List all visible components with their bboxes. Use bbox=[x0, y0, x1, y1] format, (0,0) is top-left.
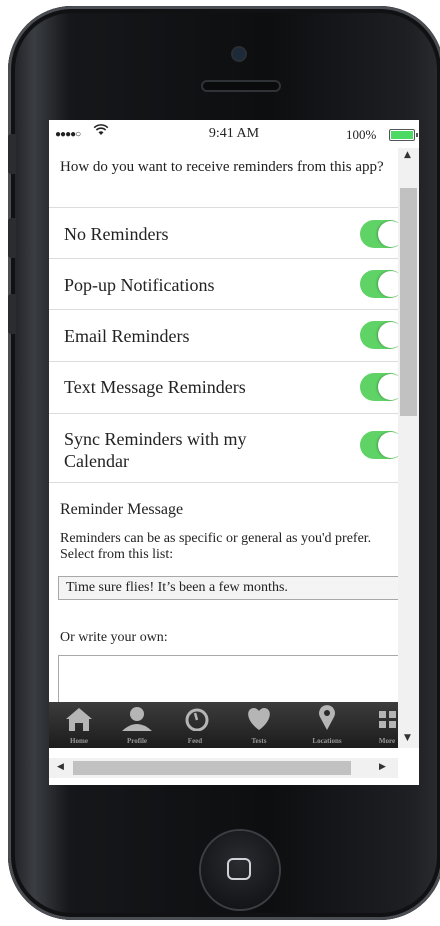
profile-icon bbox=[122, 707, 152, 731]
tab-label: Feed bbox=[187, 737, 203, 745]
option-row-sync-calendar[interactable]: Sync Reminders with my Calendar bbox=[49, 413, 399, 483]
home-button[interactable] bbox=[201, 831, 279, 909]
option-label: No Reminders bbox=[64, 224, 169, 244]
volume-up-button bbox=[8, 218, 16, 258]
sync-calendar-toggle[interactable] bbox=[360, 431, 399, 459]
reminder-message-select[interactable]: Time sure flies! It’s been a few months. bbox=[58, 576, 399, 600]
scroll-up-arrow-icon[interactable]: ▲ bbox=[404, 150, 411, 160]
mute-switch bbox=[8, 134, 16, 174]
vertical-scroll-thumb[interactable] bbox=[400, 188, 417, 416]
tab-tests[interactable]: Tests bbox=[229, 702, 289, 748]
vertical-scrollbar[interactable]: ▲ ▼ bbox=[398, 148, 419, 748]
grid-icon bbox=[379, 711, 396, 728]
front-camera bbox=[233, 48, 245, 60]
horizontal-scrollbar[interactable]: ◀ ▶ bbox=[49, 758, 398, 778]
feed-icon bbox=[185, 708, 209, 731]
write-own-label: Or write your own: bbox=[60, 630, 168, 645]
reminder-message-description-text: Reminders can be as specific or general … bbox=[60, 531, 372, 562]
tab-home[interactable]: Home bbox=[49, 702, 109, 748]
location-pin-icon bbox=[319, 705, 335, 730]
status-bar: ●●●●○ 9:41 AM 100% bbox=[49, 120, 419, 148]
wifi-icon bbox=[93, 123, 109, 141]
option-row-text-message-reminders[interactable]: Text Message Reminders bbox=[49, 361, 399, 413]
status-time: 9:41 AM bbox=[208, 126, 260, 141]
popup-notifications-toggle[interactable] bbox=[360, 270, 399, 298]
tab-label: More bbox=[378, 737, 396, 745]
tab-locations[interactable]: Locations bbox=[297, 702, 357, 748]
reminder-message-title: Reminder Message bbox=[60, 501, 184, 518]
tab-feed[interactable]: Feed bbox=[165, 702, 225, 748]
option-label: Pop-up Notifications bbox=[64, 275, 215, 295]
option-label: Sync Reminders with my Calendar bbox=[64, 429, 247, 471]
settings-content: How do you want to receive reminders fro… bbox=[49, 150, 399, 720]
option-row-popup-notifications[interactable]: Pop-up Notifications bbox=[49, 258, 399, 309]
reminder-message-description: Reminders can be as specific or general … bbox=[60, 531, 399, 563]
battery-percent: 100% bbox=[346, 127, 377, 142]
tab-label: Profile bbox=[126, 737, 148, 745]
option-row-email-reminders[interactable]: Email Reminders bbox=[49, 309, 399, 361]
phone-screen: ●●●●○ 9:41 AM 100% How do you want to re… bbox=[49, 120, 419, 785]
no-reminders-toggle[interactable] bbox=[360, 220, 399, 248]
option-label: Text Message Reminders bbox=[64, 377, 246, 397]
heart-icon bbox=[248, 708, 270, 730]
tab-label: Home bbox=[70, 737, 88, 745]
option-row-no-reminders[interactable]: No Reminders bbox=[49, 207, 399, 258]
tab-label: Locations bbox=[312, 737, 342, 745]
option-label: Email Reminders bbox=[64, 326, 190, 346]
horizontal-scroll-thumb[interactable] bbox=[73, 761, 351, 775]
text-message-reminders-toggle[interactable] bbox=[360, 373, 399, 401]
home-button-square-icon bbox=[227, 858, 251, 880]
tab-profile[interactable]: Profile bbox=[107, 702, 167, 748]
reminder-question: How do you want to receive reminders fro… bbox=[60, 159, 384, 175]
signal-strength-icon: ●●●●○ bbox=[55, 129, 81, 140]
tab-more[interactable]: More bbox=[357, 702, 398, 748]
volume-down-button bbox=[8, 294, 16, 334]
scroll-down-arrow-icon[interactable]: ▼ bbox=[404, 733, 411, 743]
home-icon bbox=[66, 708, 92, 731]
email-reminders-toggle[interactable] bbox=[360, 321, 399, 349]
scroll-right-arrow-icon[interactable]: ▶ bbox=[379, 762, 386, 772]
battery-icon bbox=[389, 129, 418, 141]
selected-message: Time sure flies! It’s been a few months. bbox=[66, 580, 288, 595]
tab-label: Tests bbox=[251, 737, 267, 745]
scroll-left-arrow-icon[interactable]: ◀ bbox=[57, 762, 64, 772]
earpiece-speaker bbox=[203, 82, 279, 90]
tab-bar: Home Profile Feed Tests Locations More bbox=[49, 702, 398, 748]
